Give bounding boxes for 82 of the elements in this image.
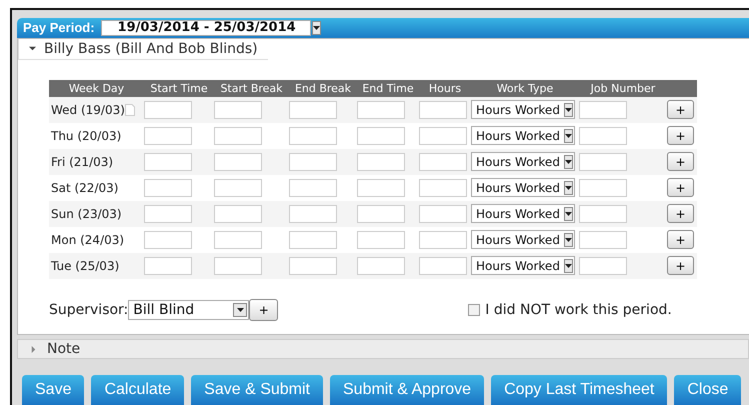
time-input[interactable] bbox=[214, 152, 262, 171]
column-header: End Break bbox=[294, 82, 352, 95]
column-header: Week Day bbox=[68, 82, 126, 95]
time-input[interactable] bbox=[144, 126, 192, 145]
time-input[interactable] bbox=[357, 256, 405, 275]
time-input[interactable] bbox=[357, 230, 405, 249]
week-day: Thu (20/03) bbox=[51, 128, 122, 143]
work-type-select[interactable]: Hours Worked bbox=[471, 126, 575, 146]
column-header: Start Time bbox=[149, 82, 209, 95]
add-row-button[interactable]: + bbox=[667, 204, 694, 224]
time-input[interactable] bbox=[144, 230, 192, 249]
time-input[interactable] bbox=[289, 100, 337, 119]
time-input[interactable] bbox=[214, 100, 262, 119]
work-type-select[interactable]: Hours Worked bbox=[471, 100, 575, 120]
work-type-select[interactable]: Hours Worked bbox=[471, 178, 575, 198]
job-number-input[interactable] bbox=[579, 152, 627, 171]
week-day: Fri (21/03) bbox=[51, 154, 114, 169]
week-day: Sun (23/03) bbox=[51, 206, 122, 221]
column-header: Job Number bbox=[589, 82, 656, 95]
add-supervisor-button[interactable]: + bbox=[249, 298, 278, 321]
work-type-select[interactable]: Hours Worked bbox=[471, 204, 575, 224]
job-number-input[interactable] bbox=[579, 204, 627, 223]
time-input[interactable] bbox=[419, 100, 467, 119]
checkbox[interactable] bbox=[468, 304, 480, 316]
add-row-button[interactable]: + bbox=[667, 126, 694, 146]
time-input[interactable] bbox=[357, 178, 405, 197]
time-input[interactable] bbox=[214, 178, 262, 197]
time-input[interactable] bbox=[144, 152, 192, 171]
supervisor-label: Supervisor: bbox=[49, 302, 128, 318]
column-header: Start Break bbox=[219, 82, 284, 95]
job-number-input[interactable] bbox=[579, 178, 627, 197]
time-input[interactable] bbox=[419, 230, 467, 249]
note-section-header[interactable]: Note bbox=[17, 339, 749, 359]
time-input[interactable] bbox=[357, 152, 405, 171]
job-number-input[interactable] bbox=[579, 256, 627, 275]
time-input[interactable] bbox=[357, 100, 405, 119]
job-number-input[interactable] bbox=[579, 126, 627, 145]
time-input[interactable] bbox=[289, 204, 337, 223]
time-input[interactable] bbox=[289, 256, 337, 275]
work-type-select[interactable]: Hours Worked bbox=[471, 152, 575, 172]
week-day: Wed (19/03) bbox=[51, 102, 125, 117]
time-input[interactable] bbox=[214, 256, 262, 275]
column-header: End Time bbox=[361, 82, 415, 95]
time-input[interactable] bbox=[289, 126, 337, 145]
column-header: Work Type bbox=[496, 82, 554, 95]
time-input[interactable] bbox=[214, 230, 262, 249]
add-row-button[interactable]: + bbox=[667, 256, 694, 276]
time-input[interactable] bbox=[289, 178, 337, 197]
time-input[interactable] bbox=[419, 204, 467, 223]
time-input[interactable] bbox=[144, 178, 192, 197]
time-input[interactable] bbox=[144, 204, 192, 223]
add-row-button[interactable]: + bbox=[667, 100, 694, 120]
work-type-select[interactable]: Hours Worked bbox=[471, 256, 575, 276]
work-type-select[interactable]: Hours Worked bbox=[471, 230, 575, 250]
pay-period-label: Pay Period: bbox=[23, 20, 95, 36]
time-input[interactable] bbox=[289, 230, 337, 249]
add-row-button[interactable]: + bbox=[667, 178, 694, 198]
section-title[interactable]: Billy Bass (Bill And Bob Blinds) bbox=[44, 40, 258, 57]
note-icon[interactable] bbox=[124, 104, 135, 116]
week-day: Tue (25/03) bbox=[51, 258, 120, 273]
time-input[interactable] bbox=[357, 204, 405, 223]
week-day: Mon (24/03) bbox=[51, 232, 124, 247]
time-input[interactable] bbox=[419, 256, 467, 275]
expanded-triangle-icon[interactable] bbox=[29, 45, 36, 52]
time-input[interactable] bbox=[357, 126, 405, 145]
job-number-input[interactable] bbox=[579, 100, 627, 119]
time-input[interactable] bbox=[419, 178, 467, 197]
time-input[interactable] bbox=[289, 152, 337, 171]
collapsed-triangle-icon[interactable] bbox=[30, 346, 37, 353]
time-input[interactable] bbox=[419, 126, 467, 145]
add-row-button[interactable]: + bbox=[667, 230, 694, 250]
time-input[interactable] bbox=[144, 256, 192, 275]
time-input[interactable] bbox=[144, 100, 192, 119]
add-row-button[interactable]: + bbox=[667, 152, 694, 172]
supervisor-select[interactable]: Bill Blind bbox=[128, 300, 250, 320]
time-input[interactable] bbox=[214, 204, 262, 223]
week-day: Sat (22/03) bbox=[51, 180, 118, 195]
checkbox-label[interactable]: I did NOT work this period. bbox=[485, 302, 672, 318]
time-input[interactable] bbox=[214, 126, 262, 145]
time-input[interactable] bbox=[419, 152, 467, 171]
job-number-input[interactable] bbox=[579, 230, 627, 249]
column-header: Hours bbox=[428, 82, 462, 95]
